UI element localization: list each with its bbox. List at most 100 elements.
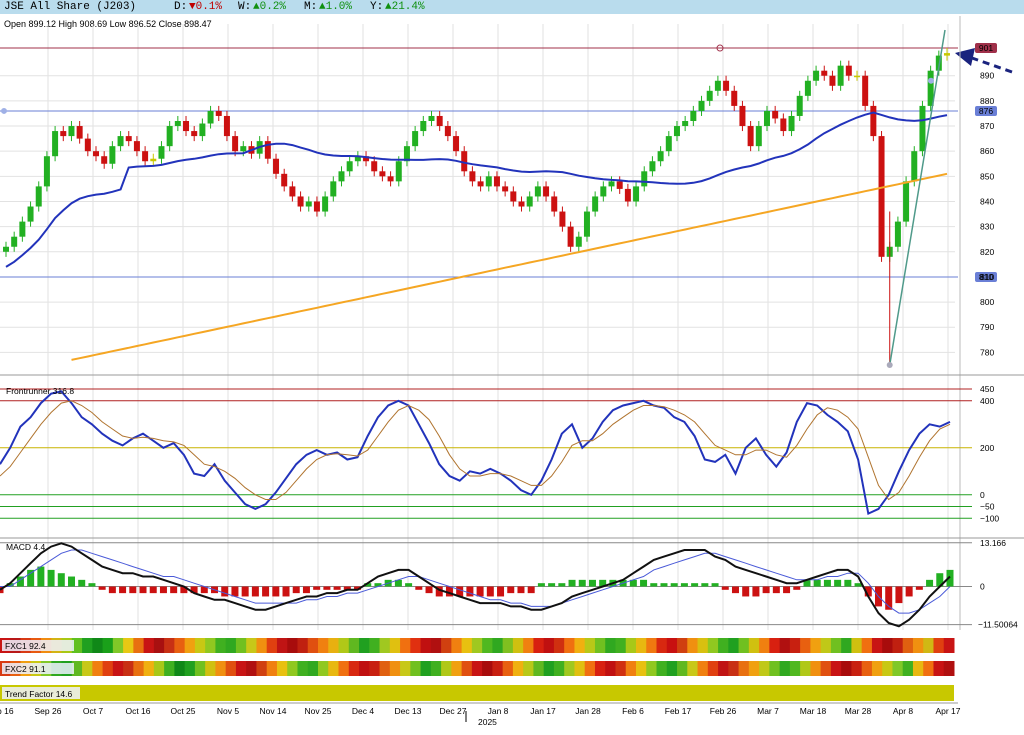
candle-body bbox=[723, 80, 730, 91]
macd-histogram-bar bbox=[772, 586, 780, 594]
candle-body bbox=[117, 136, 124, 147]
fxc1-cell bbox=[297, 638, 309, 653]
time-axis-label: Feb 26 bbox=[710, 706, 737, 716]
fxc1-cell bbox=[697, 638, 709, 653]
fxc1-cell bbox=[687, 638, 699, 653]
level-tag-label: 901 bbox=[979, 43, 993, 53]
macd-histogram-bar bbox=[793, 586, 801, 590]
candle-body bbox=[518, 201, 525, 207]
fxc-panels: FXC1 92.4 FXC2 91.1 Trend Factor 14.6 bbox=[0, 638, 955, 701]
frontrunner-axis-label: 400 bbox=[980, 396, 994, 406]
candle-body bbox=[43, 156, 50, 187]
price-tick-label: 880 bbox=[980, 96, 994, 106]
macd-histogram-bar bbox=[119, 586, 127, 594]
macd-histogram-bar bbox=[854, 583, 862, 587]
macd-histogram-bar bbox=[711, 583, 719, 587]
macd-histogram-bar bbox=[262, 586, 270, 597]
moving-average-short bbox=[5, 111, 948, 268]
fxc1-cell bbox=[923, 638, 934, 653]
candle-body bbox=[510, 191, 517, 202]
macd-histogram-bar bbox=[721, 586, 729, 590]
fxc2-cell bbox=[779, 661, 791, 676]
fxc1-cell bbox=[430, 638, 442, 653]
fxc1-cell bbox=[892, 638, 904, 653]
fxc1-cell bbox=[625, 638, 637, 653]
fxc2-cell bbox=[615, 661, 627, 676]
price-tick-label: 840 bbox=[980, 196, 994, 206]
candle-body bbox=[305, 201, 312, 207]
fxc1-cell bbox=[533, 638, 545, 653]
macd-histogram-bar bbox=[302, 586, 310, 594]
macd-histogram-bar bbox=[476, 586, 484, 597]
level-anchor-dot bbox=[1, 107, 7, 114]
macd-histogram-bar bbox=[640, 579, 648, 587]
macd-histogram-bar bbox=[37, 566, 45, 587]
fxc2-cell bbox=[82, 661, 93, 676]
candle-body bbox=[68, 126, 75, 137]
fxc1-cell bbox=[307, 638, 319, 653]
macd-histogram-bar bbox=[507, 586, 515, 594]
fxc2-cell bbox=[112, 661, 124, 676]
macd-histogram-bar bbox=[221, 586, 229, 597]
fxc1-cell bbox=[564, 638, 575, 653]
trend-anchor-dot bbox=[886, 361, 893, 368]
fxc2-cell bbox=[246, 661, 257, 676]
fxc2-cell bbox=[738, 661, 750, 676]
fxc2-cell bbox=[400, 661, 411, 676]
fxc1-cell bbox=[902, 638, 914, 653]
price-candles[interactable] bbox=[3, 48, 950, 365]
time-axis-label: Jan 17 bbox=[530, 706, 556, 716]
candle-body bbox=[698, 100, 705, 111]
fxc2-cell bbox=[184, 661, 196, 676]
candle-body bbox=[853, 75, 860, 78]
fxc1-cell bbox=[759, 638, 770, 653]
candle-body bbox=[109, 146, 116, 164]
candle-body bbox=[780, 118, 787, 132]
price-tick-label: 850 bbox=[980, 171, 994, 181]
macd-histogram-bar bbox=[731, 586, 739, 594]
macd-histogram-bar bbox=[47, 569, 55, 587]
fxc1-cell bbox=[400, 638, 411, 653]
macd-histogram-bar bbox=[926, 579, 934, 587]
candle-body bbox=[420, 121, 427, 132]
time-axis-label: Mar 18 bbox=[800, 706, 827, 716]
frontrunner-axis-label: −100 bbox=[980, 513, 999, 523]
candle-body bbox=[289, 186, 296, 197]
candle-body bbox=[493, 176, 500, 187]
fxc2-cell bbox=[307, 661, 319, 676]
fxc1-cell bbox=[359, 638, 370, 653]
time-axis-label: Dec 4 bbox=[352, 706, 374, 716]
candle-body bbox=[428, 115, 435, 121]
chart-canvas[interactable]: Open 899.12 High 908.69 Low 896.52 Close… bbox=[0, 0, 1024, 735]
fxc2-cell bbox=[523, 661, 534, 676]
candle-body bbox=[27, 206, 34, 222]
candle-body bbox=[84, 138, 91, 152]
macd-histogram-bar bbox=[762, 586, 770, 594]
macd-histogram-bar bbox=[650, 583, 658, 587]
fxc2-cell bbox=[543, 661, 555, 676]
fxc1-cell bbox=[133, 638, 145, 653]
candle-body bbox=[11, 236, 18, 247]
candle-body bbox=[633, 186, 640, 202]
fxc1-cell bbox=[553, 638, 565, 653]
macd-histogram-bar bbox=[405, 583, 413, 587]
macd-histogram-bar bbox=[834, 579, 842, 587]
macd-histogram-bar bbox=[170, 586, 178, 594]
fxc1-cell bbox=[461, 638, 473, 653]
fxc1-cell bbox=[338, 638, 350, 653]
candle-body bbox=[35, 186, 42, 207]
macd-histogram-bar bbox=[670, 583, 678, 587]
frontrunner-main-line bbox=[0, 390, 951, 516]
candle-body bbox=[52, 131, 59, 157]
fxc1-cell bbox=[605, 638, 616, 653]
fxc1-cell bbox=[318, 638, 329, 653]
macd-histogram-bar bbox=[844, 579, 852, 587]
fxc2-cell bbox=[287, 661, 298, 676]
time-axis: p 16 Sep 26 Oct 7 Oct 16 Oct 25 Nov 5 Nov 14 No… bbox=[0, 702, 961, 727]
candle-body bbox=[862, 75, 869, 106]
candle-body bbox=[502, 186, 509, 192]
candle-body bbox=[191, 131, 198, 137]
candle-body bbox=[199, 123, 206, 137]
price-tick-label: 820 bbox=[980, 247, 994, 257]
candle-body bbox=[575, 236, 582, 247]
